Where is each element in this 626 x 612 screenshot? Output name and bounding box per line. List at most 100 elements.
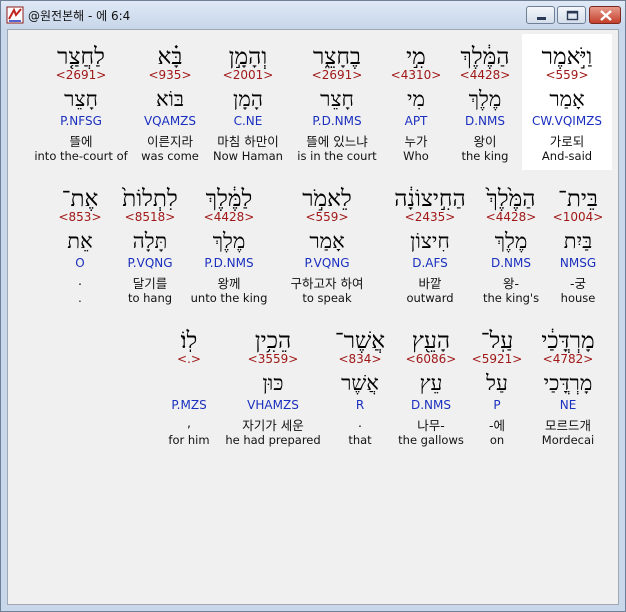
korean-gloss: -에 <box>488 418 505 433</box>
strong-number-link[interactable]: <4782> <box>526 352 610 366</box>
word-cell[interactable]: מָרְדֳּכַ֔י <4782> מָרְדֳּכַי NE 모르드개 Mordeca… <box>526 318 610 454</box>
word-cell[interactable]: לִתְלוֹת֙ <8518> תָּלָה P.VQNG 달기를 to hang <box>112 176 188 312</box>
korean-gloss: 왕- <box>502 276 519 291</box>
morphology-code: P.D.NMS <box>312 114 362 128</box>
strong-number-link[interactable]: <2691> <box>290 68 384 82</box>
english-gloss: to speak <box>302 291 352 305</box>
korean-gloss: . <box>78 273 82 288</box>
window-bottom-border <box>1 605 625 611</box>
lexical-form: מֶלֶךְ <box>468 87 502 111</box>
strong-number-link[interactable]: <2001> <box>206 68 290 82</box>
morphology-code: P.VQNG <box>304 256 350 270</box>
title-bar[interactable]: @원전본해 - 에 6:4 <box>1 1 625 29</box>
strong-number-link[interactable]: <8518> <box>112 210 188 224</box>
english-gloss: into the-court of <box>34 149 128 163</box>
morphology-code: NMSG <box>559 256 597 270</box>
morphology-code: P.D.NMS <box>204 256 254 270</box>
lexical-form: עֵץ <box>419 371 443 395</box>
lexical-form: הָמָן <box>233 87 263 111</box>
morphology-code: CW.VQIMZS <box>531 114 603 128</box>
word-cell[interactable]: מִ֣י <4310> מִי APT 누가 Who <box>384 34 448 170</box>
strong-number-link[interactable]: <2435> <box>384 210 476 224</box>
word-cell[interactable]: לֵאמֹ֣ר <559> אָמַר P.VQNG 구하고자 하여 to speak <box>270 176 384 312</box>
strong-number-link[interactable]: <4310> <box>384 68 448 82</box>
word-cell[interactable]: אֲשֶׁר־ <834> אֲשֶׁר R. that <box>326 318 394 454</box>
word-cell[interactable]: בֶחָצֵ֑ר <2691> חָצֵר P.D.NMS 뜰에 있느냐 is in th… <box>290 34 384 170</box>
english-gloss: the king's <box>482 291 540 305</box>
english-gloss: the gallows <box>398 433 464 447</box>
english-gloss: is in the court <box>297 149 377 163</box>
word-cell[interactable]: הֵכִ֥ין <3559> כּוּן VHAMZS 자기가 세운 he had pre… <box>220 318 326 454</box>
word-cell[interactable]: לֽוֹ׃ <.> P.MZS, for him <box>158 318 220 454</box>
strong-number-link[interactable]: <3559> <box>220 352 326 366</box>
lexical-form: בּוֹא <box>155 87 185 111</box>
korean-gloss: 나무- <box>417 418 445 433</box>
morphology-code: APT <box>404 114 428 128</box>
korean-gloss: -궁 <box>569 276 586 291</box>
korean-gloss: 마침 하만이 <box>217 134 279 149</box>
word-cell[interactable]: עַֽל־ <5921> עַל P -에 on <box>468 318 526 454</box>
korean-gloss: 바깥 <box>418 276 442 291</box>
english-gloss: on <box>489 433 505 447</box>
lexical-form: אָמַר <box>309 229 345 253</box>
app-icon <box>6 6 24 24</box>
strong-number-link[interactable]: <4428> <box>448 68 522 82</box>
word-cell[interactable]: בָּ֗א <935> בּוֹא VQAMZS 이른지라 was come <box>134 34 206 170</box>
strong-number-link[interactable]: <.> <box>158 352 220 366</box>
word-cell[interactable]: הָעֵ֖ץ <6086> עֵץ D.NMS 나무-the gallows <box>394 318 468 454</box>
english-gloss: And-said <box>541 149 593 163</box>
minimize-button[interactable] <box>526 6 555 24</box>
morphology-code: R <box>355 398 365 412</box>
lexical-form: חִיצוֹן <box>410 229 450 253</box>
morphology-code: P.MZS <box>171 398 207 412</box>
strong-number-link[interactable]: <853> <box>48 210 112 224</box>
english-gloss: . <box>78 291 82 305</box>
korean-gloss: 왕께 <box>217 276 241 291</box>
lexical-form: מֶלֶךְ <box>212 229 246 253</box>
maximize-button[interactable] <box>557 6 586 24</box>
strong-number-link[interactable]: <4428> <box>476 210 546 224</box>
word-cell[interactable]: וְהָמָ֣ן <2001> הָמָן C.NE 마침 하만이 Now Haman <box>206 34 290 170</box>
close-button[interactable] <box>589 6 621 24</box>
lexical-form: אֵת <box>67 229 93 253</box>
word-cell[interactable]: לַמֶּ֔לֶךְ <4428> מֶלֶךְ P.D.NMS 왕께 unto the … <box>188 176 270 312</box>
strong-number-link[interactable]: <935> <box>134 68 206 82</box>
morphology-code: D.AFS <box>412 256 448 270</box>
strong-number-link[interactable]: <559> <box>522 68 612 82</box>
morphology-code: C.NE <box>233 114 263 128</box>
word-cell[interactable]: וַיֹּ֣אמֶר <559> אָמַר CW.VQIMZS 가로되 And-said <box>522 34 612 170</box>
strong-number-link[interactable]: <559> <box>270 210 384 224</box>
word-cell[interactable]: אֶת־ <853> אֵת O.. <box>48 176 112 312</box>
english-gloss: was come <box>141 149 199 163</box>
word-cell[interactable]: הַמֶּ֔לֶךְ <4428> מֶלֶךְ D.NMS 왕이 the king <box>448 34 522 170</box>
english-gloss: he had prepared <box>225 433 321 447</box>
morphology-code: P.NFSG <box>60 114 102 128</box>
korean-gloss: 왕이 <box>473 134 497 149</box>
strong-number-link[interactable]: <1004> <box>546 210 610 224</box>
strong-number-link[interactable]: <4428> <box>188 210 270 224</box>
korean-gloss: 가로되 <box>549 134 585 149</box>
lexical-form: מִי <box>407 87 425 111</box>
korean-gloss: . <box>358 415 362 430</box>
morphology-code: O <box>75 256 85 270</box>
word-cell[interactable]: בֵּית־ <1004> בַּיִת NMSG -궁 house <box>546 176 610 312</box>
word-cell[interactable]: הַחִ֣יצוֹנָ֔ה <2435> חִיצוֹן D.AFS 바깥 outward <box>384 176 476 312</box>
korean-gloss: 구하고자 하여 <box>290 276 364 291</box>
interlinear-view[interactable]: וַיֹּ֣אמֶר <559> אָמַר CW.VQIMZS 가로되 And-said… <box>7 29 619 605</box>
lexical-form: מָרְדֳּכַי <box>543 371 593 395</box>
morphology-code: D.NMS <box>464 114 505 128</box>
strong-number-link[interactable]: <2691> <box>28 68 134 82</box>
english-gloss: for him <box>168 433 210 447</box>
korean-gloss: 달기를 <box>132 276 168 291</box>
korean-gloss: 뜰에 있느냐 <box>306 134 368 149</box>
minimize-icon <box>537 17 546 20</box>
lexical-form: בַּיִת <box>563 229 593 253</box>
strong-number-link[interactable]: <6086> <box>394 352 468 366</box>
word-cell[interactable]: לַחֲצַ֤ר <2691> חָצֵר P.NFSG 뜰에 into the-cour… <box>28 34 134 170</box>
lexical-form <box>158 368 220 398</box>
english-gloss: the king <box>461 149 509 163</box>
word-cell[interactable]: הַמֶּ֙לֶךְ֙ <4428> מֶלֶךְ D.NMS 왕-the king's <box>476 176 546 312</box>
lexical-form: אֲשֶׁר <box>341 371 379 395</box>
strong-number-link[interactable]: <5921> <box>468 352 526 366</box>
strong-number-link[interactable]: <834> <box>326 352 394 366</box>
